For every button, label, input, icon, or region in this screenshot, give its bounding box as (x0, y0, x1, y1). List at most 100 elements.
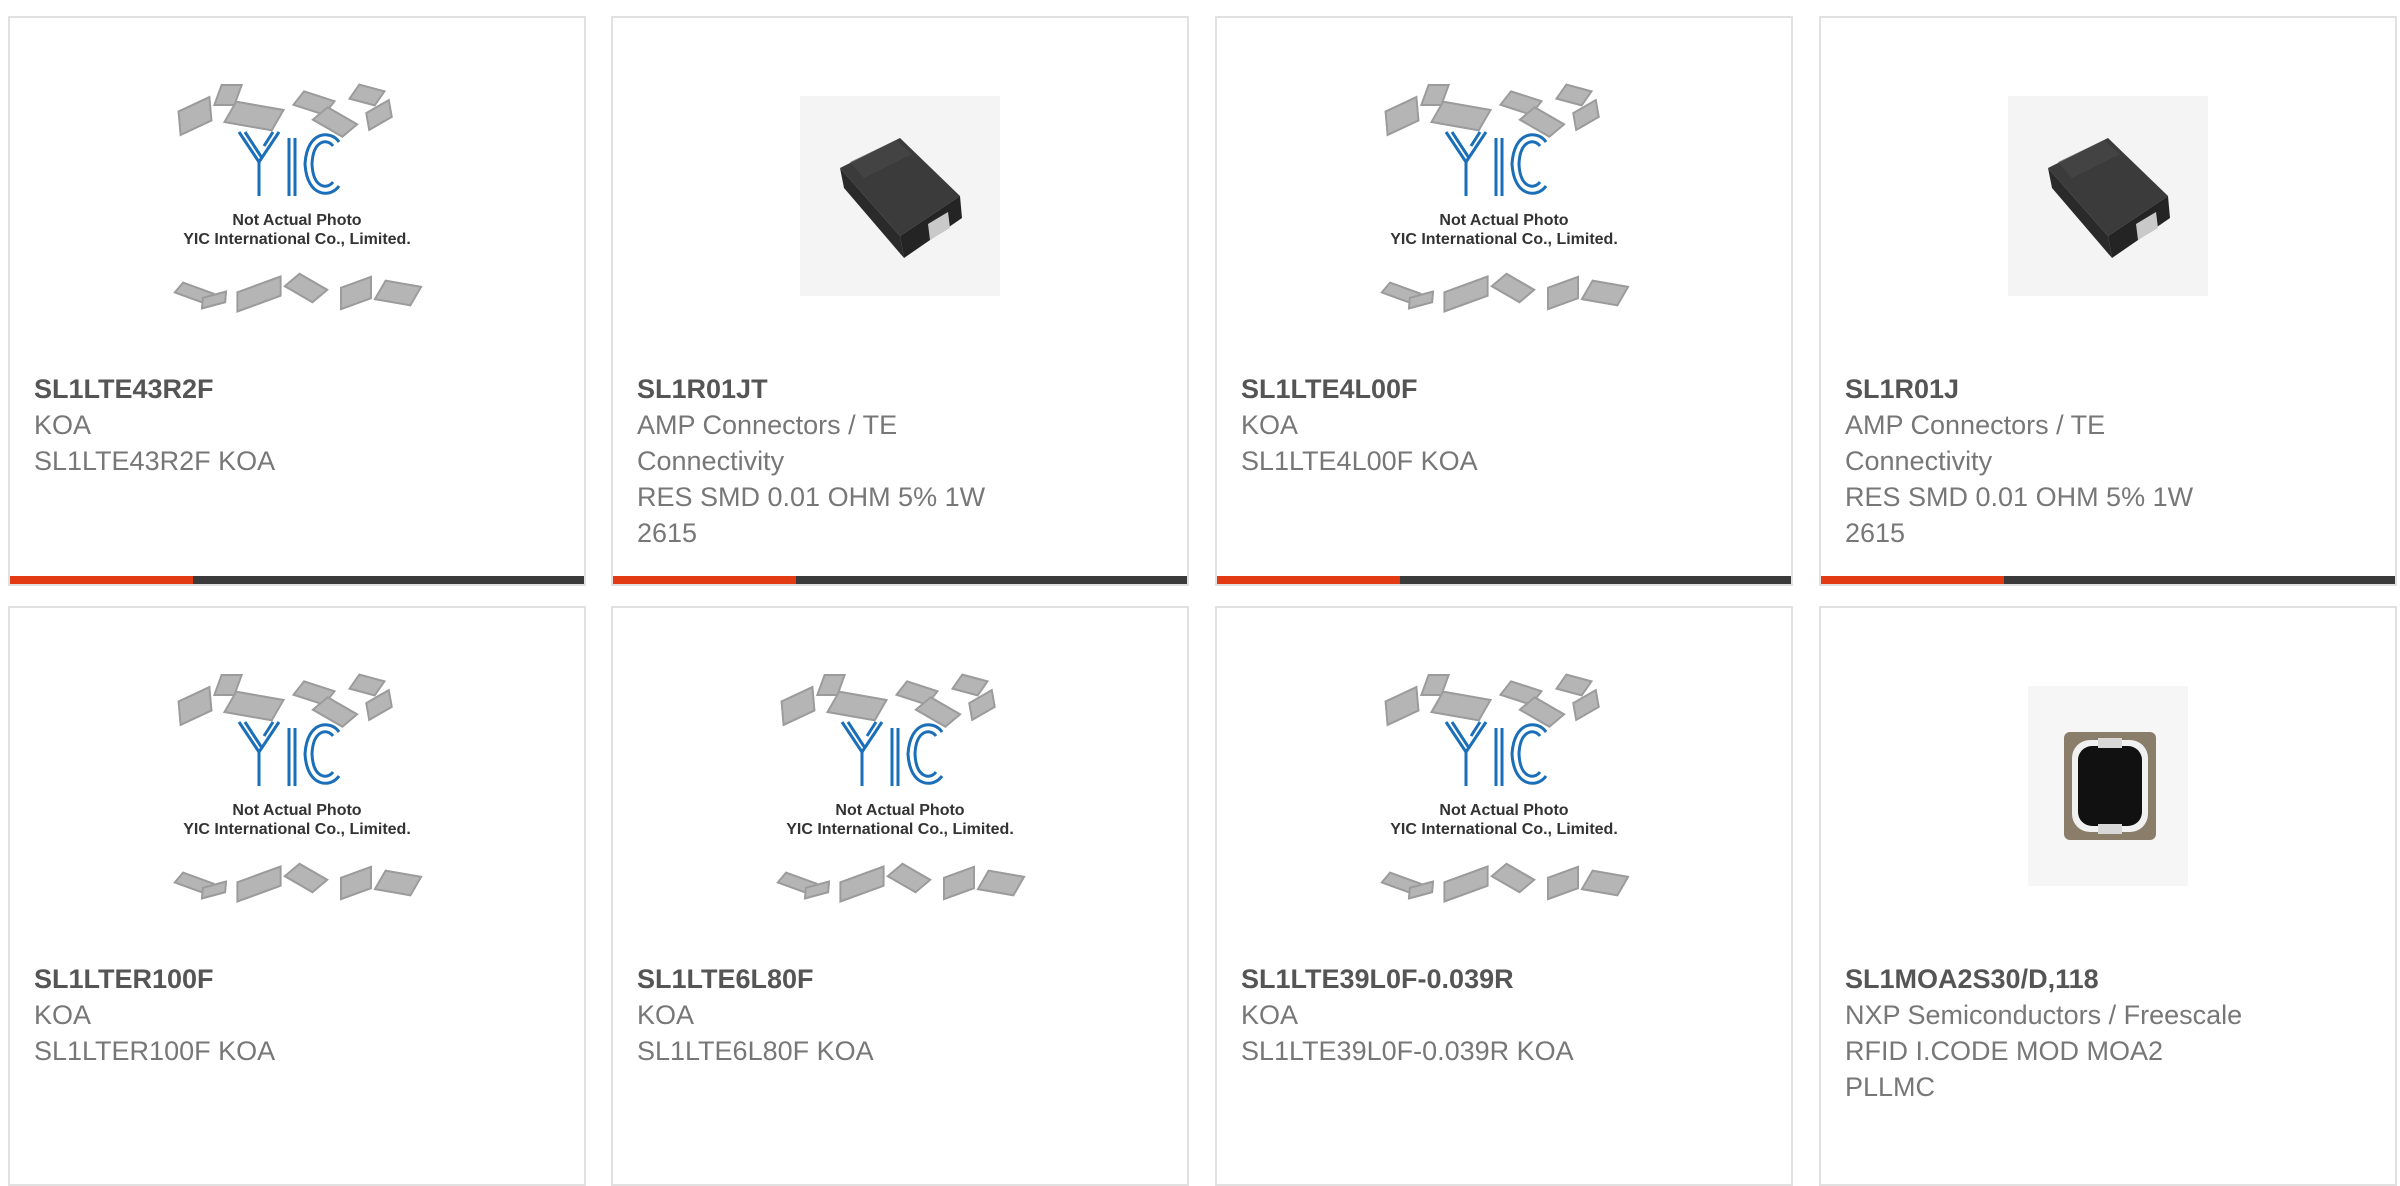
product-info: SL1MOA2S30/D,118 NXP Semiconductors / Fre… (1845, 961, 2245, 1105)
component-chip-icon (1384, 95, 1420, 137)
placeholder-caption: Not Actual Photo (232, 212, 362, 229)
not-actual-photo-icon: YIC Not Actual Photo YIC International Co.… (157, 76, 437, 316)
part-number[interactable]: SL1LTE6L80F (637, 961, 1037, 997)
yic-logo-icon: YIC (1444, 721, 1548, 786)
component-chip-icon (780, 685, 816, 727)
component-chip-icon (236, 865, 282, 903)
yic-logo-icon: YIC (840, 721, 944, 786)
placeholder-caption: Not Actual Photo (1439, 212, 1569, 229)
not-actual-photo-icon: YIC Not Actual Photo YIC International Co.… (760, 666, 1040, 906)
product-card[interactable]: SL1R01JT AMP Connectors / TE Connectivity R… (611, 16, 1189, 586)
product-image[interactable]: YIC Not Actual Photo YIC International Co.… (157, 83, 437, 313)
product-card[interactable]: YIC Not Actual Photo YIC International Co.… (8, 606, 586, 1186)
component-chip-icon (236, 275, 282, 313)
placeholder-company: YIC International Co., Limited. (1390, 821, 1618, 838)
product-description: Connectivity (1845, 446, 1993, 476)
product-image[interactable]: YIC Not Actual Photo YIC International Co.… (1364, 673, 1644, 903)
part-number[interactable]: SL1R01J (1845, 371, 2245, 407)
product-info: SL1R01J AMP Connectors / TE Connectivity RE… (1845, 371, 2245, 551)
part-number[interactable]: SL1LTER100F (34, 961, 434, 997)
product-card[interactable]: YIC Not Actual Photo YIC International Co.… (8, 16, 586, 586)
component-chip-icon (1443, 275, 1489, 313)
component-chip-icon (222, 100, 286, 132)
smd-resistor-image (800, 96, 1000, 296)
component-chip-icon (283, 272, 329, 304)
product-card[interactable]: SL1R01J AMP Connectors / TE Connectivity RE… (1819, 16, 2397, 586)
yic-logo-icon: YIC (237, 131, 341, 196)
component-chip-icon (1580, 869, 1630, 897)
product-description: SL1LTE6L80F KOA (637, 1036, 874, 1066)
yic-logo-icon: YIC (1444, 131, 1548, 196)
placeholder-company: YIC International Co., Limited. (183, 231, 411, 248)
product-image[interactable] (760, 86, 1040, 306)
product-description: SL1LTE39L0F-0.039R KOA (1241, 1036, 1574, 1066)
manufacturer-name: KOA (1241, 1000, 1299, 1030)
product-description: SL1LTE4L00F KOA (1241, 446, 1478, 476)
not-actual-photo-icon: YIC Not Actual Photo YIC International Co.… (1364, 76, 1644, 316)
manufacturer-name: AMP Connectors / TE (637, 410, 898, 440)
product-description: 2615 (637, 518, 698, 548)
product-card[interactable]: SL1MOA2S30/D,118 NXP Semiconductors / Fre… (1819, 606, 2397, 1186)
component-chip-icon (373, 279, 423, 307)
smd-resistor-image (2008, 96, 2208, 296)
card-bar-accent (613, 576, 796, 584)
component-chip-icon (886, 862, 932, 894)
yic-logo-icon: YIC (237, 721, 341, 786)
placeholder-caption: Not Actual Photo (232, 802, 362, 819)
placeholder-company: YIC International Co., Limited. (786, 821, 1014, 838)
product-image[interactable]: YIC Not Actual Photo YIC International Co.… (760, 673, 1040, 903)
placeholder-company: YIC International Co., Limited. (1390, 231, 1618, 248)
card-progress-bar (613, 576, 1187, 584)
card-progress-bar (1821, 576, 2395, 584)
component-chip-icon (1384, 685, 1420, 727)
product-description: PLLMC (1845, 1072, 1936, 1102)
placeholder-company: YIC International Co., Limited. (183, 821, 411, 838)
manufacturer-name: KOA (1241, 410, 1299, 440)
part-number[interactable]: SL1MOA2S30/D,118 (1845, 961, 2245, 997)
part-number[interactable]: SL1LTE4L00F (1241, 371, 1641, 407)
placeholder-caption: Not Actual Photo (835, 802, 965, 819)
manufacturer-name: KOA (34, 1000, 92, 1030)
card-progress-bar (10, 576, 584, 584)
not-actual-photo-icon: YIC Not Actual Photo YIC International Co.… (157, 666, 437, 906)
product-image[interactable]: YIC Not Actual Photo YIC International Co.… (1364, 83, 1644, 313)
component-chip-icon (1443, 865, 1489, 903)
component-chip-icon (1490, 862, 1536, 894)
manufacturer-name: NXP Semiconductors / Freescale (1845, 1000, 2243, 1030)
manufacturer-name: KOA (637, 1000, 695, 1030)
product-card[interactable]: YIC Not Actual Photo YIC International Co.… (611, 606, 1189, 1186)
component-chip-icon (222, 690, 286, 722)
product-description: SL1LTE43R2F KOA (34, 446, 276, 476)
component-chip-icon (976, 869, 1026, 897)
product-image[interactable] (1968, 86, 2248, 306)
component-chip-icon (839, 865, 885, 903)
card-progress-bar (1217, 576, 1791, 584)
product-info: SL1R01JT AMP Connectors / TE Connectivity R… (637, 371, 1037, 551)
component-chip-icon (825, 690, 889, 722)
card-bar-accent (10, 576, 193, 584)
component-chip-icon (177, 685, 213, 727)
component-chip-icon (1490, 272, 1536, 304)
product-image[interactable]: YIC Not Actual Photo YIC International Co.… (157, 673, 437, 903)
product-grid: YIC Not Actual Photo YIC International Co.… (0, 0, 2400, 1186)
product-info: SL1LTE43R2F KOA SL1LTE43R2F KOA (34, 371, 434, 479)
product-info: SL1LTER100F KOA SL1LTER100F KOA (34, 961, 434, 1069)
part-number[interactable]: SL1LTE39L0F-0.039R (1241, 961, 1641, 997)
card-bar-accent (1821, 576, 2004, 584)
product-description: 2615 (1845, 518, 1906, 548)
part-number[interactable]: SL1R01JT (637, 371, 1037, 407)
product-card[interactable]: YIC Not Actual Photo YIC International Co.… (1215, 606, 1793, 1186)
part-number[interactable]: SL1LTE43R2F (34, 371, 434, 407)
product-description: RFID I.CODE MOD MOA2 (1845, 1036, 2164, 1066)
placeholder-caption: Not Actual Photo (1439, 802, 1569, 819)
product-info: SL1LTE4L00F KOA SL1LTE4L00F KOA (1241, 371, 1641, 479)
card-bar-accent (1217, 576, 1400, 584)
component-chip-icon (1429, 690, 1493, 722)
manufacturer-name: AMP Connectors / TE (1845, 410, 2106, 440)
product-image[interactable] (1968, 676, 2248, 896)
component-chip-icon (1547, 865, 1579, 901)
product-card[interactable]: YIC Not Actual Photo YIC International Co.… (1215, 16, 1793, 586)
component-chip-icon (283, 862, 329, 894)
component-chip-icon (340, 275, 372, 311)
not-actual-photo-icon: YIC Not Actual Photo YIC International Co.… (1364, 666, 1644, 906)
